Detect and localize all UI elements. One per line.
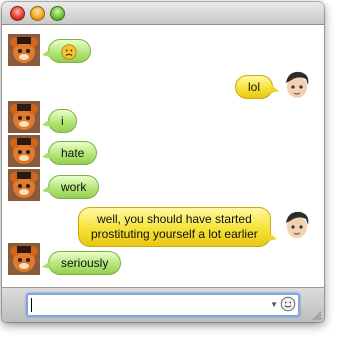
message-bubble: hate [41, 141, 98, 165]
zoom-button[interactable] [50, 6, 65, 21]
frown-emoticon-icon [61, 44, 77, 60]
bear-avatar [8, 34, 40, 66]
message-text: hate [61, 146, 85, 160]
chat-window: lol i hate work well, you should have st… [2, 2, 324, 322]
close-icon [11, 7, 24, 20]
chat-transcript[interactable]: lol i hate work well, you should have st… [2, 25, 324, 287]
message-bubble: lol [235, 75, 280, 99]
message-text: seriously [61, 256, 109, 270]
resize-grip-icon[interactable] [310, 308, 322, 321]
title-bar[interactable] [2, 2, 324, 25]
minimize-button[interactable] [30, 6, 45, 21]
doll-avatar [280, 209, 312, 241]
bear-avatar [8, 243, 40, 275]
message-bubble: work [41, 175, 100, 199]
bear-avatar [8, 101, 40, 133]
message-input-box[interactable]: ▼ [26, 293, 300, 317]
message-text: i [61, 114, 64, 128]
zoom-icon [51, 7, 64, 20]
message-text: lol [248, 80, 261, 94]
message-bubble [42, 39, 91, 63]
message-input[interactable] [34, 297, 258, 315]
message-bubble: seriously [41, 251, 122, 275]
compose-bar: ▼ [2, 287, 324, 322]
doll-avatar [280, 69, 312, 101]
text-caret [31, 298, 32, 312]
smiley-picker-icon[interactable] [280, 296, 296, 312]
close-button[interactable] [10, 6, 25, 21]
message-text-line-1: well, you should have started [96, 212, 252, 226]
message-bubble: well, you should have started prostituti… [78, 207, 277, 247]
minimize-icon [31, 7, 44, 20]
bear-avatar [8, 135, 40, 167]
message-text-line-2: prostituting yourself a lot earlier [91, 227, 258, 241]
message-bubble: i [42, 109, 77, 133]
bear-avatar [8, 169, 40, 201]
chevron-down-icon[interactable]: ▼ [270, 300, 278, 309]
message-text: work [61, 180, 87, 194]
